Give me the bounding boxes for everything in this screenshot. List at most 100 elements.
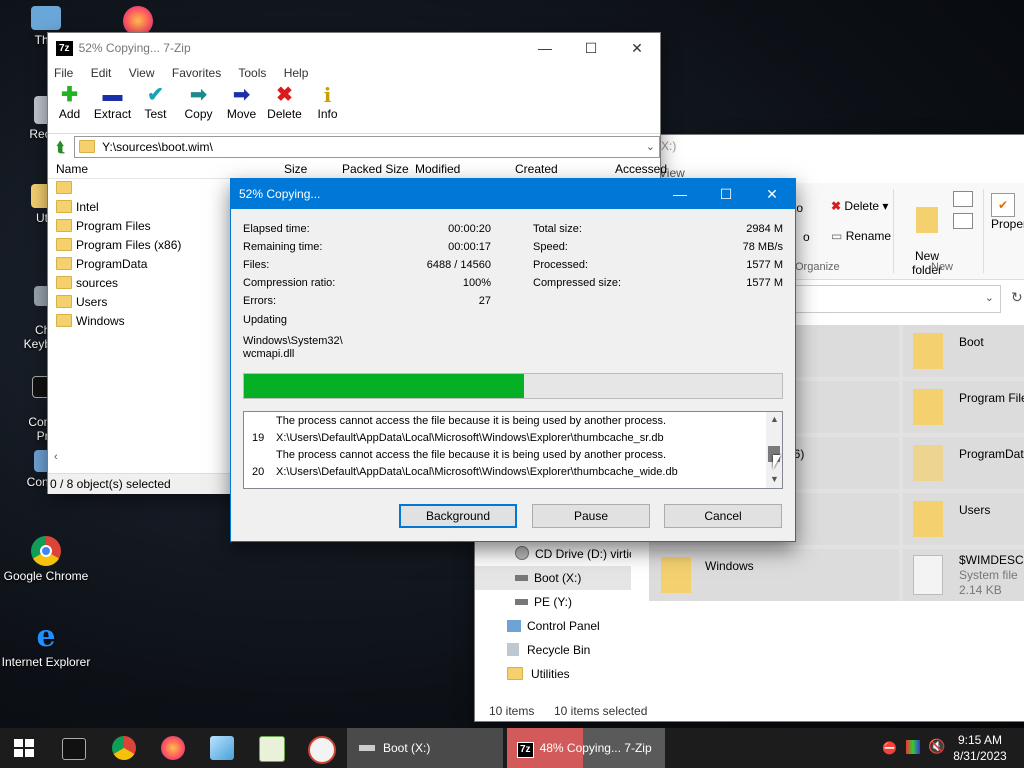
control-panel-icon [507,620,521,632]
system-file-icon [913,555,943,595]
toolbar-extract-button[interactable]: ▬ Extract [91,83,134,121]
copying-dialog[interactable]: 52% Copying... — ☐ ✕ Elapsed time: 00:00… [230,178,796,542]
col-name[interactable]: Name [56,160,88,178]
tray-color-icon[interactable] [906,740,920,754]
taskbar-firefox-icon[interactable] [161,736,185,760]
nav-item-boot-x[interactable]: Boot (X:) [475,566,631,590]
ribbon-properties-button[interactable]: ✔ Proper [991,193,1024,231]
nav-item-cd-drive[interactable]: CD Drive (D:) virtic [515,542,631,566]
toolbar-copy-button[interactable]: ➡ Copy [177,83,220,121]
close-button[interactable]: ✕ [749,179,795,209]
rename-icon: ▭ [831,229,843,243]
tray-network-icon[interactable]: ⛔ [882,741,897,755]
minimize-button[interactable]: — [522,33,568,63]
taskbar: Boot (X:) 7z 48% Copying... 7-Zip ⛔ 🔇 9:1… [0,728,1024,768]
taskbar-paint-icon[interactable] [308,736,336,764]
log-scrollbar[interactable]: ▲ ▼ [766,412,782,488]
ribbon-new-item-icons[interactable] [953,191,977,231]
menu-view[interactable]: View [129,66,155,80]
error-log[interactable]: The process cannot access the file becau… [243,411,783,489]
nav-item-recycle-bin[interactable]: Recycle Bin [507,638,590,662]
menu-edit[interactable]: Edit [91,66,112,80]
explorer-address-bar[interactable]: ⌄ [795,285,1001,313]
toolbar-test-button[interactable]: ✔ Test [134,83,177,121]
files-value: 6488 / 14560 [426,259,491,271]
tray-volume-muted-icon[interactable]: 🔇 [928,738,945,755]
ribbon-copy-to[interactable]: o [803,230,810,244]
sevenzip-toolbar: ✚ Add ▬ Extract ✔ Test ➡ Copy ➡ Move ✖ Delete i Info [48,83,660,133]
background-button[interactable]: Background [399,504,517,528]
taskbar-explorer-icon[interactable] [210,736,234,760]
cancel-button[interactable]: Cancel [664,504,782,528]
delete-x-icon: ✖ [276,84,293,106]
col-accessed[interactable]: Accessed [615,160,667,178]
dialog-titlebar[interactable]: 52% Copying... — ☐ ✕ [231,179,795,209]
folder-icon [56,219,72,232]
pause-button[interactable]: Pause [532,504,650,528]
path-field[interactable]: Y:\sources\boot.wim\ ⌄ [74,136,660,158]
minus-icon: ▬ [102,84,123,106]
tile-program-files[interactable]: Program File [903,381,1024,433]
toolbar-info-button[interactable]: i Info [306,83,349,121]
close-button[interactable]: ✕ [614,33,660,63]
col-created[interactable]: Created [515,160,558,178]
toolbar-move-button[interactable]: ➡ Move [220,83,263,121]
ribbon-divider [893,189,894,273]
toolbar-delete-button[interactable]: ✖ Delete [263,83,306,121]
horizontal-scrollbar[interactable]: ‹ [48,451,238,467]
ribbon-group-new: New [931,261,954,273]
maximize-button[interactable]: ☐ [568,33,614,63]
chevron-down-icon[interactable]: ⌄ [985,291,994,304]
menu-favorites[interactable]: Favorites [172,66,221,80]
folder-icon [916,207,938,233]
folder-icon [56,314,72,327]
refresh-icon[interactable]: ↻ [1011,289,1023,306]
start-button[interactable] [0,728,48,768]
desktop-icon-internet-explorer[interactable]: e Internet Explorer [0,619,92,670]
sevenzip-titlebar[interactable]: 7z 52% Copying... 7-Zip — ☐ ✕ [48,33,660,63]
minimize-button[interactable]: — [657,179,703,209]
tile-windows[interactable]: Windows [649,549,899,601]
taskbar-task-7zip[interactable]: 7z 48% Copying... 7-Zip [507,728,665,768]
menu-tools[interactable]: Tools [238,66,266,80]
menu-file[interactable]: File [54,66,73,80]
tile-wimdesc[interactable]: $WIMDESC System file 2.14 KB [903,549,1024,601]
scroll-down-icon[interactable]: ▼ [770,474,779,484]
scroll-up-icon[interactable]: ▲ [770,414,779,424]
ribbon-delete-button[interactable]: ✖ Delete ▾ [831,199,888,213]
errors-label: Errors: [243,295,276,307]
chevron-down-icon[interactable]: ⌄ [646,137,655,157]
col-modified[interactable]: Modified [415,160,460,178]
nav-item-utilities[interactable]: Utilities [507,662,570,686]
up-folder-icon[interactable]: ⮬ [48,139,74,156]
toolbar-add-button[interactable]: ✚ Add [48,83,91,121]
tray-clock[interactable]: 9:15 AM 8/31/2023 [948,732,1012,764]
files-label: Files: [243,259,270,271]
menu-help[interactable]: Help [284,66,309,80]
folder-icon [56,257,72,270]
internet-explorer-icon: e [36,619,56,654]
maximize-button[interactable]: ☐ [703,179,749,209]
compressed-value: 1577 M [746,277,783,289]
processed-label: Processed: [533,259,589,271]
taskbar-terminal-icon[interactable] [62,738,86,760]
tile-users[interactable]: Users [903,493,1024,545]
desktop-icon-google-chrome[interactable]: Google Chrome [0,536,92,583]
nav-item-control-panel[interactable]: Control Panel [507,614,600,638]
tile-programdata[interactable]: ProgramData [903,437,1024,489]
taskbar-notepad-icon[interactable] [259,736,285,762]
ribbon-rename-button[interactable]: ▭ Rename [831,229,891,243]
col-packed-size[interactable]: Packed Size [342,160,409,178]
progress-bar [243,373,783,399]
delete-x-icon: ✖ [831,199,842,213]
taskbar-task-boot[interactable]: Boot (X:) [347,728,503,768]
updating-label: Updating [243,314,288,326]
scroll-left-icon[interactable]: ‹ [54,451,58,463]
tile-boot[interactable]: Boot [903,325,1024,377]
log-line-text: The process cannot access the file becau… [276,449,667,461]
recycle-bin-icon [507,643,519,656]
taskbar-chrome-icon[interactable] [112,736,136,760]
nav-item-pe-y[interactable]: PE (Y:) [515,590,572,614]
col-size[interactable]: Size [284,160,307,178]
tray-date: 8/31/2023 [953,749,1007,763]
